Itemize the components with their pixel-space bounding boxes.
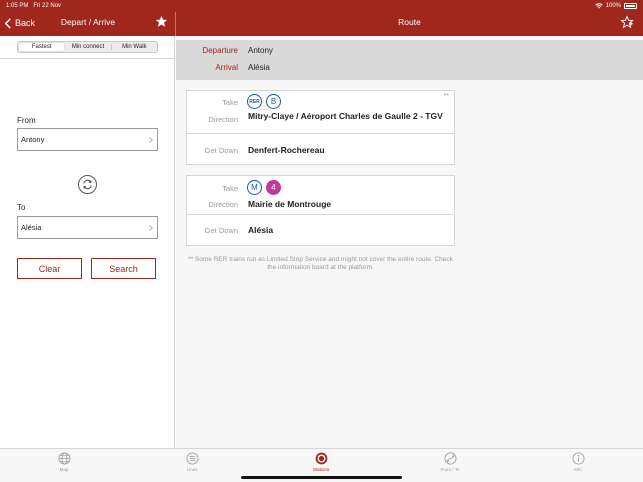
add-favorite-star-icon[interactable]	[620, 15, 634, 29]
tab-info[interactable]: Info	[558, 452, 598, 476]
from-label: From	[17, 116, 36, 125]
direction-label: Direction	[208, 115, 238, 124]
rer-limited-stop-note: ** Some RER trains run as Limited Stop S…	[188, 256, 453, 271]
tab-bar: Map Lines Stations From / To Info	[0, 448, 643, 482]
right-nav-title: Route	[398, 17, 421, 27]
top-bar: 1:05 PM Fri 22 Nov 100% Back Depart / Ar…	[0, 0, 643, 36]
line-badges: RER B	[247, 94, 281, 109]
route-leg-card: ** Take RER B Direction Mitry-Claye / Aé…	[186, 90, 455, 165]
search-button[interactable]: Search	[91, 258, 156, 279]
to-field[interactable]: Alésia	[17, 216, 158, 239]
arrival-value: Alésia	[248, 63, 270, 72]
route-mode-segmented-control: Fastest Min connect Min Walk	[17, 41, 158, 53]
from-value: Antony	[21, 135, 45, 144]
take-label: Take	[222, 184, 238, 193]
rer-b-line-icon: B	[266, 94, 281, 109]
departure-value: Antony	[248, 46, 273, 55]
leg-note-marker: **	[443, 93, 449, 100]
get-down-value: Denfert-Rochereau	[248, 145, 325, 155]
station-icon	[315, 452, 327, 465]
direction-value: Mairie de Montrouge	[248, 199, 332, 209]
tab-map[interactable]: Map	[44, 452, 84, 476]
get-down-label: Get Down	[204, 146, 238, 155]
segment-min-connect[interactable]: Min connect	[65, 42, 110, 52]
back-button[interactable]: Back	[4, 15, 35, 31]
segment-fastest[interactable]: Fastest	[19, 43, 65, 51]
metro-line-4-icon: 4	[266, 180, 281, 195]
direction-label: Direction	[208, 200, 238, 209]
route-summary: Departure Antony Arrival Alésia	[176, 40, 643, 80]
tab-from-to[interactable]: From / To	[430, 452, 470, 476]
metro-icon: M	[247, 180, 262, 195]
status-time: 1:05 PM	[6, 3, 29, 9]
tab-label: Lines	[186, 467, 198, 472]
chevron-left-icon	[4, 17, 11, 29]
to-label: To	[17, 203, 26, 212]
status-bar-right: 100%	[594, 2, 637, 10]
right-panel: Departure Antony Arrival Alésia ** Take …	[176, 36, 643, 448]
line-badges: M 4	[247, 180, 281, 195]
from-field[interactable]: Antony	[17, 128, 158, 151]
departure-label: Departure	[202, 46, 238, 55]
card-divider	[187, 214, 454, 215]
tab-label: Map	[59, 467, 69, 472]
battery-icon	[624, 3, 637, 9]
clear-button[interactable]: Clear	[17, 258, 82, 279]
take-label: Take	[222, 98, 238, 107]
segment-min-walk[interactable]: Min Walk	[112, 42, 157, 52]
star-icon[interactable]	[155, 15, 168, 28]
get-down-value: Alésia	[248, 225, 274, 235]
swap-stations-button[interactable]	[78, 175, 97, 194]
left-nav-title: Depart / Arrive	[60, 17, 116, 27]
chevron-right-icon	[149, 137, 153, 143]
tab-stations[interactable]: Stations	[301, 452, 341, 476]
info-icon	[572, 452, 584, 465]
back-label: Back	[15, 18, 36, 28]
direction-value: Mitry-Claye / Aéroport Charles de Gaulle…	[248, 111, 443, 121]
status-date: Fri 22 Nov	[33, 3, 62, 9]
rer-line-icon: RER	[247, 94, 262, 109]
tab-label: From / To	[440, 467, 460, 472]
arrival-label: Arrival	[215, 63, 238, 72]
route-leg-card: Take M 4 Direction Mairie de Montrouge G…	[186, 175, 455, 246]
card-divider	[187, 133, 454, 134]
route-icon	[444, 452, 456, 465]
left-divider	[0, 58, 175, 59]
status-bar-left: 1:05 PM Fri 22 Nov	[6, 2, 61, 10]
tab-label: Info	[574, 467, 582, 472]
swap-icon	[83, 179, 92, 190]
chevron-right-icon	[149, 225, 153, 231]
battery-percent: 100%	[605, 3, 621, 9]
to-value: Alésia	[21, 223, 42, 232]
home-indicator[interactable]	[241, 476, 402, 479]
tab-label: Stations	[312, 467, 330, 472]
get-down-label: Get Down	[204, 226, 238, 235]
globe-icon	[58, 452, 70, 465]
tab-lines[interactable]: Lines	[172, 452, 212, 476]
wifi-icon	[594, 3, 603, 9]
lines-icon	[186, 452, 198, 465]
left-panel: Fastest Min connect Min Walk From Antony…	[0, 36, 175, 448]
